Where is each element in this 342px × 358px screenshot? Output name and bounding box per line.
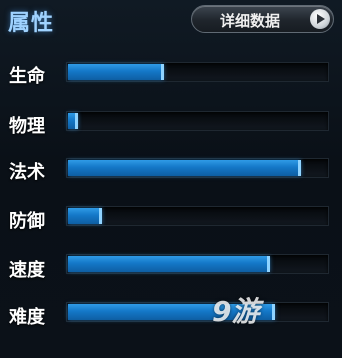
detail-data-button[interactable]: 详细数据: [191, 5, 334, 33]
stat-label-magic: 法术: [9, 162, 45, 183]
stat-fill-magic: [68, 160, 301, 176]
detail-data-label: 详细数据: [220, 12, 281, 30]
stat-fill-defense: [68, 208, 102, 224]
stat-label-physical: 物理: [9, 116, 45, 137]
play-arrow-icon: [310, 9, 330, 29]
stat-bar-physical: [66, 111, 329, 131]
stat-fill-hp: [68, 64, 164, 80]
stat-fill-speed: [68, 256, 270, 272]
stat-fill-physical: [68, 113, 78, 129]
stat-bar-magic: [66, 158, 329, 178]
watermark-logo: 9游: [212, 295, 260, 328]
panel-title: 属性: [8, 11, 55, 36]
stat-bar-speed: [66, 254, 329, 274]
stat-label-hp: 生命: [9, 66, 45, 87]
stat-label-difficulty: 难度: [9, 307, 45, 328]
attributes-panel: 属性 详细数据 生命 物理 法术 防御 速度 难度 9游: [0, 0, 342, 358]
stat-label-speed: 速度: [9, 260, 45, 281]
stat-bar-hp: [66, 62, 329, 82]
stat-bar-defense: [66, 206, 329, 226]
stat-label-defense: 防御: [9, 211, 45, 232]
stat-bar-difficulty: [66, 302, 329, 322]
